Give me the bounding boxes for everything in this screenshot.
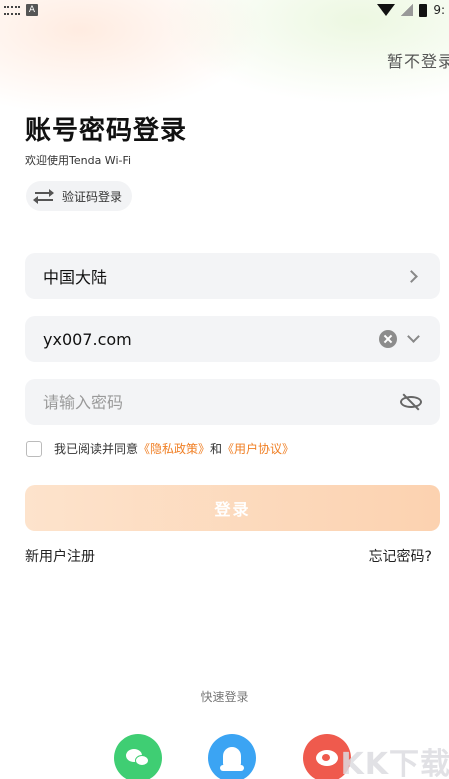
agreement-checkbox[interactable] bbox=[26, 440, 42, 457]
signal-icon bbox=[401, 4, 414, 16]
status-time: 9: bbox=[433, 3, 445, 17]
status-right: 9: bbox=[377, 3, 445, 17]
login-screen: A 9: 暂不登录 账号密码登录 欢迎使用Tenda Wi-Fi 验证码登录 中… bbox=[0, 0, 449, 779]
agreement-prefix: 我已阅读并同意 bbox=[54, 442, 139, 456]
register-link[interactable]: 新用户注册 bbox=[25, 546, 95, 566]
region-selector[interactable]: 中国大陆 bbox=[25, 253, 440, 299]
password-field[interactable] bbox=[25, 379, 440, 425]
battery-icon bbox=[419, 3, 428, 17]
page-subtitle: 欢迎使用Tenda Wi-Fi bbox=[25, 154, 132, 167]
agreement-row: 我已阅读并同意《隐私政策》和《用户协议》 bbox=[26, 440, 294, 457]
skip-login-link[interactable]: 暂不登录 bbox=[387, 48, 449, 72]
agreement-and: 和 bbox=[210, 442, 223, 456]
user-agreement-link[interactable]: 《用户协议》 bbox=[222, 442, 294, 456]
wechat-icon bbox=[126, 749, 150, 767]
forgot-password-link[interactable]: 忘记密码? bbox=[369, 546, 432, 566]
weibo-icon bbox=[316, 750, 338, 766]
switch-to-code-login-label: 验证码登录 bbox=[62, 189, 123, 204]
privacy-policy-link[interactable]: 《隐私政策》 bbox=[138, 442, 210, 456]
password-input[interactable] bbox=[43, 392, 400, 412]
chevron-down-icon[interactable] bbox=[407, 330, 420, 343]
notification-grid-icon bbox=[4, 5, 20, 15]
agreement-text: 我已阅读并同意《隐私政策》和《用户协议》 bbox=[54, 440, 294, 457]
clear-icon[interactable] bbox=[379, 330, 397, 348]
region-value: 中国大陆 bbox=[43, 268, 108, 287]
watermark: KK下载 bbox=[340, 747, 449, 779]
login-button[interactable]: 登录 bbox=[25, 485, 440, 531]
wechat-login-button[interactable] bbox=[114, 734, 162, 779]
account-field[interactable]: yx007.com bbox=[25, 316, 440, 362]
qq-icon bbox=[220, 747, 244, 771]
app-badge-icon: A bbox=[26, 4, 38, 16]
swap-arrows-icon bbox=[33, 189, 54, 204]
switch-to-code-login-button[interactable]: 验证码登录 bbox=[26, 181, 133, 211]
wifi-icon bbox=[377, 4, 396, 16]
status-bar: A 9: bbox=[0, 0, 449, 20]
status-left: A bbox=[4, 4, 38, 16]
quick-login-title: 快速登录 bbox=[200, 690, 249, 704]
qq-login-button[interactable] bbox=[208, 734, 256, 779]
page-title: 账号密码登录 bbox=[25, 116, 188, 146]
account-value[interactable]: yx007.com bbox=[43, 330, 379, 349]
eye-off-icon[interactable] bbox=[400, 393, 422, 411]
chevron-right-icon bbox=[405, 269, 418, 283]
